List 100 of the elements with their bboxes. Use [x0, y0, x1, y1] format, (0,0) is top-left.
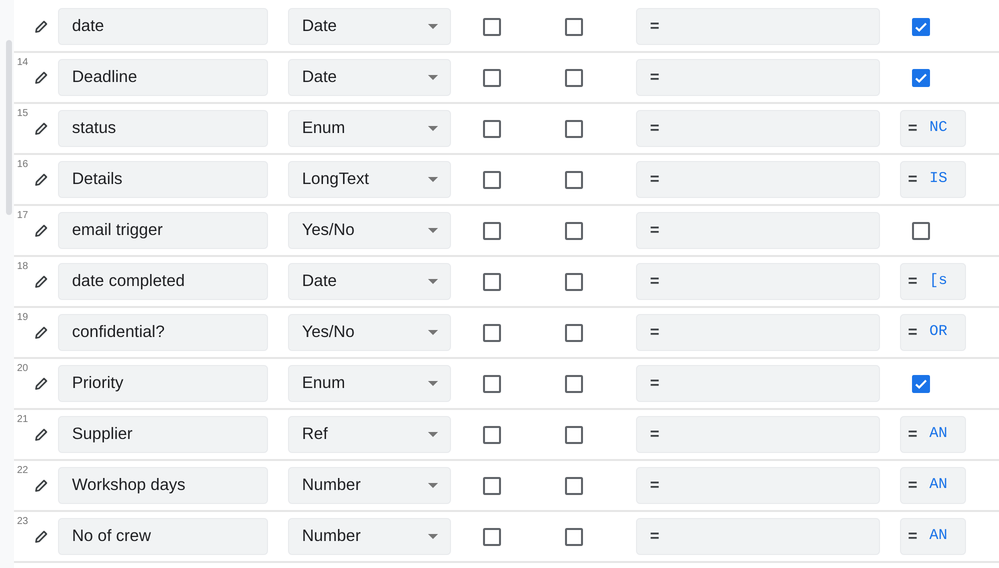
- row-number: 19: [17, 311, 28, 325]
- row-number: 18: [17, 260, 28, 274]
- row-number: 16: [17, 158, 28, 172]
- row-number: 20: [17, 362, 28, 376]
- name-field[interactable]: No of crew: [58, 518, 268, 555]
- row-number: 17: [17, 209, 28, 223]
- type-dropdown[interactable]: LongText: [288, 161, 451, 198]
- type-dropdown[interactable]: Enum: [288, 365, 451, 402]
- pencil-icon[interactable]: [35, 377, 48, 390]
- type-dropdown[interactable]: Ref: [288, 416, 451, 453]
- row-number: 21: [17, 413, 28, 427]
- formula-field[interactable]: = AN: [900, 467, 966, 504]
- formula-field[interactable]: = NC: [900, 110, 966, 147]
- formula-field[interactable]: =: [636, 8, 880, 45]
- pencil-icon[interactable]: [35, 173, 48, 186]
- checkbox[interactable]: [483, 68, 501, 86]
- checkbox[interactable]: [565, 170, 583, 188]
- scrollbar-thumb[interactable]: [6, 40, 12, 215]
- name-field[interactable]: Workshop days: [58, 467, 268, 504]
- caret-icon: [428, 75, 438, 80]
- checkbox[interactable]: [565, 222, 583, 240]
- pencil-icon[interactable]: [35, 224, 48, 237]
- type-dropdown[interactable]: Yes/No: [288, 314, 451, 351]
- caret-icon: [428, 126, 438, 131]
- pencil-icon[interactable]: [35, 326, 48, 339]
- pencil-icon[interactable]: [35, 275, 48, 288]
- type-dropdown[interactable]: Yes/No: [288, 212, 451, 249]
- type-dropdown[interactable]: Enum: [288, 110, 451, 147]
- type-dropdown[interactable]: Number: [288, 467, 451, 504]
- caret-icon: [428, 483, 438, 488]
- type-dropdown[interactable]: Date: [288, 59, 451, 96]
- pencil-icon[interactable]: [35, 20, 48, 33]
- checkbox[interactable]: [483, 272, 501, 290]
- checkbox[interactable]: [483, 476, 501, 494]
- checkbox[interactable]: [483, 222, 501, 240]
- formula-field[interactable]: =: [636, 59, 880, 96]
- formula-field[interactable]: =: [636, 314, 880, 351]
- formula-field[interactable]: = IS: [900, 161, 966, 198]
- formula-field[interactable]: = [s: [900, 263, 966, 300]
- pencil-icon[interactable]: [35, 428, 48, 441]
- checkbox[interactable]: [565, 528, 583, 546]
- name-field[interactable]: status: [58, 110, 268, 147]
- caret-icon: [428, 279, 438, 284]
- checkbox[interactable]: [565, 18, 583, 36]
- name-field[interactable]: Priority: [58, 365, 268, 402]
- row-number: 15: [17, 107, 28, 121]
- caret-icon: [428, 381, 438, 386]
- checkbox[interactable]: [912, 68, 930, 86]
- checkbox[interactable]: [565, 324, 583, 342]
- caret-icon: [428, 24, 438, 29]
- name-field[interactable]: Supplier: [58, 416, 268, 453]
- type-dropdown[interactable]: Date: [288, 8, 451, 45]
- name-field[interactable]: email trigger: [58, 212, 268, 249]
- checkbox[interactable]: [565, 374, 583, 392]
- pencil-icon[interactable]: [35, 479, 48, 492]
- name-field[interactable]: date completed: [58, 263, 268, 300]
- caret-icon: [428, 228, 438, 233]
- name-field[interactable]: date: [58, 8, 268, 45]
- pencil-icon[interactable]: [35, 530, 48, 543]
- formula-field[interactable]: =: [636, 161, 880, 198]
- checkbox[interactable]: [912, 222, 930, 240]
- checkbox[interactable]: [912, 374, 930, 392]
- formula-field[interactable]: =: [636, 263, 880, 300]
- checkbox[interactable]: [912, 18, 930, 36]
- checkbox[interactable]: [483, 324, 501, 342]
- formula-field[interactable]: =: [636, 110, 880, 147]
- checkbox[interactable]: [565, 476, 583, 494]
- formula-field[interactable]: = OR: [900, 314, 966, 351]
- checkbox[interactable]: [483, 528, 501, 546]
- row-number: 22: [17, 464, 28, 478]
- formula-field[interactable]: = AN: [900, 416, 966, 453]
- name-field[interactable]: Details: [58, 161, 268, 198]
- type-dropdown[interactable]: Number: [288, 518, 451, 555]
- name-field[interactable]: Deadline: [58, 59, 268, 96]
- pencil-icon[interactable]: [35, 122, 48, 135]
- caret-icon: [428, 177, 438, 182]
- formula-field[interactable]: =: [636, 365, 880, 402]
- row-number: 23: [17, 515, 28, 529]
- row-number: 14: [17, 56, 28, 70]
- checkbox[interactable]: [565, 272, 583, 290]
- formula-field[interactable]: = AN: [900, 518, 966, 555]
- checkbox[interactable]: [565, 68, 583, 86]
- checkbox[interactable]: [483, 374, 501, 392]
- caret-icon: [428, 330, 438, 335]
- formula-field[interactable]: =: [636, 212, 880, 249]
- name-field[interactable]: confidential?: [58, 314, 268, 351]
- caret-icon: [428, 534, 438, 539]
- checkbox[interactable]: [483, 170, 501, 188]
- type-dropdown[interactable]: Date: [288, 263, 451, 300]
- checkbox[interactable]: [565, 426, 583, 444]
- checkbox[interactable]: [483, 120, 501, 138]
- checkbox[interactable]: [483, 18, 501, 36]
- caret-icon: [428, 432, 438, 437]
- formula-field[interactable]: =: [636, 416, 880, 453]
- checkbox[interactable]: [483, 426, 501, 444]
- formula-field[interactable]: =: [636, 467, 880, 504]
- checkbox[interactable]: [565, 120, 583, 138]
- scrollbar[interactable]: [0, 0, 14, 568]
- pencil-icon[interactable]: [35, 71, 48, 84]
- formula-field[interactable]: =: [636, 518, 880, 555]
